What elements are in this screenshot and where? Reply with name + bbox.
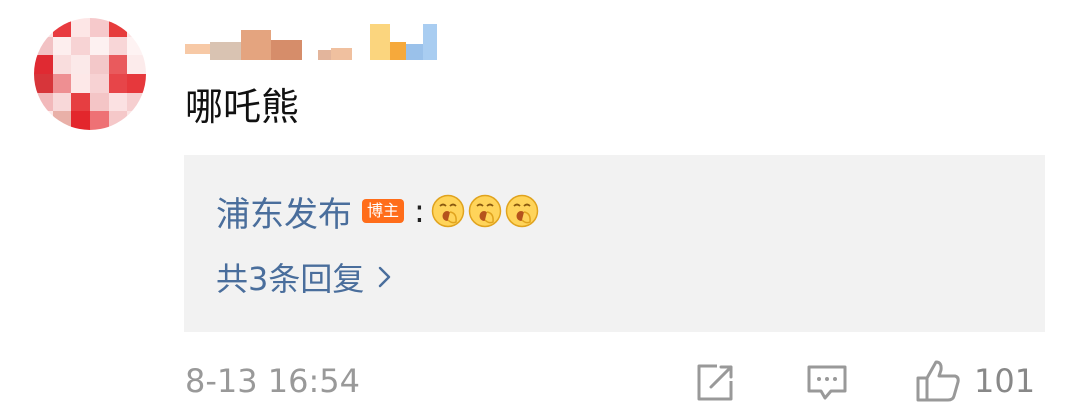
author-badge: 博主 bbox=[362, 199, 405, 223]
like-button[interactable]: 101 bbox=[914, 358, 1035, 404]
like-count: 101 bbox=[974, 362, 1036, 400]
view-replies-link[interactable]: 共3条回复 bbox=[216, 255, 392, 299]
avatar[interactable] bbox=[34, 18, 146, 130]
share-icon[interactable] bbox=[693, 361, 737, 405]
reply-preview[interactable]: 浦东发布 博主 : 共3条回复 bbox=[184, 155, 1045, 332]
yawn-emoji-icon bbox=[468, 194, 502, 228]
thumbs-up-icon bbox=[916, 360, 960, 402]
comment-timestamp: 8-13 16:54 bbox=[185, 362, 361, 400]
chevron-right-icon bbox=[378, 266, 392, 288]
comment-icon[interactable] bbox=[805, 361, 849, 405]
yawn-emoji-icon bbox=[431, 194, 465, 228]
comment-text: 哪吒熊 bbox=[185, 85, 300, 129]
yawn-emoji-icon bbox=[505, 194, 539, 228]
reply-count-label: 共3条回复 bbox=[216, 260, 365, 298]
reply-preview-line: 浦东发布 博主 : bbox=[216, 187, 542, 236]
reply-author-link[interactable]: 浦东发布 bbox=[216, 187, 352, 236]
username-obscured[interactable] bbox=[185, 18, 437, 60]
reply-colon: : bbox=[414, 192, 425, 230]
